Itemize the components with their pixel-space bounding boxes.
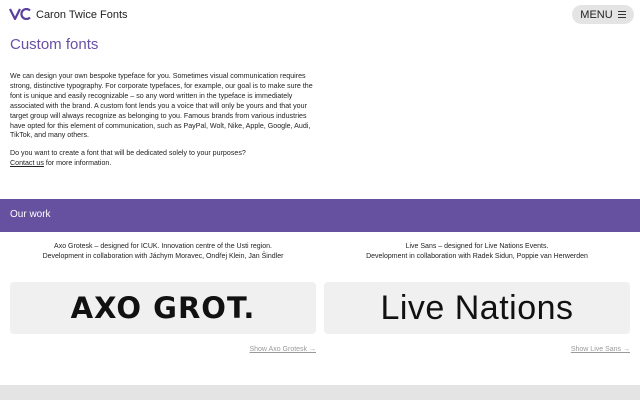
work-card-caption-line: Development in collaboration with Jáchym… — [42, 253, 284, 260]
work-card-axo: Axo Grotesk – designed for ICUK. Innovat… — [10, 242, 316, 353]
page-title: Custom fonts — [10, 36, 99, 53]
intro-paragraph: We can design your own bespoke typeface … — [10, 72, 315, 141]
show-axo-grotesk-link[interactable]: Show Axo Grotesk → — [249, 345, 316, 355]
font-preview-axo[interactable]: AXO GROT. — [10, 282, 316, 334]
font-preview-live[interactable]: Live Nations — [324, 282, 630, 334]
question-text: Do you want to create a font that will b… — [10, 149, 246, 157]
brand-name[interactable]: Caron Twice Fonts — [36, 8, 128, 22]
site-header: Caron Twice Fonts MENU — [0, 0, 640, 30]
work-card-caption: Live Sans – designed for Live Nations Ev… — [324, 242, 630, 264]
show-live-sans-link[interactable]: Show Live Sans → — [571, 345, 630, 355]
work-card-caption: Axo Grotesk – designed for ICUK. Innovat… — [10, 242, 316, 264]
our-work-band: Our work — [0, 199, 640, 232]
menu-button[interactable]: MENU — [572, 5, 634, 24]
font-preview-text: AXO GROT. — [70, 291, 256, 325]
work-card-live: Live Sans – designed for Live Nations Ev… — [324, 242, 630, 353]
footer-strip — [0, 385, 640, 400]
hamburger-icon — [617, 11, 626, 18]
contact-suffix: for more information. — [43, 158, 112, 167]
cv-logo-icon[interactable] — [9, 8, 31, 20]
contact-us-link[interactable]: Contact us — [10, 159, 44, 167]
our-work-title: Our work — [10, 209, 51, 220]
font-preview-text: Live Nations — [380, 288, 574, 327]
menu-label: MENU — [580, 8, 613, 21]
intro-text: We can design your own bespoke typeface … — [10, 72, 313, 140]
work-card-caption-line: Live Sans – designed for Live Nations Ev… — [405, 243, 549, 250]
work-card-caption-line: Axo Grotesk – designed for ICUK. Innovat… — [54, 243, 272, 250]
work-card-caption-line: Development in collaboration with Radek … — [366, 253, 588, 260]
contact-paragraph: Do you want to create a font that will b… — [10, 149, 315, 169]
